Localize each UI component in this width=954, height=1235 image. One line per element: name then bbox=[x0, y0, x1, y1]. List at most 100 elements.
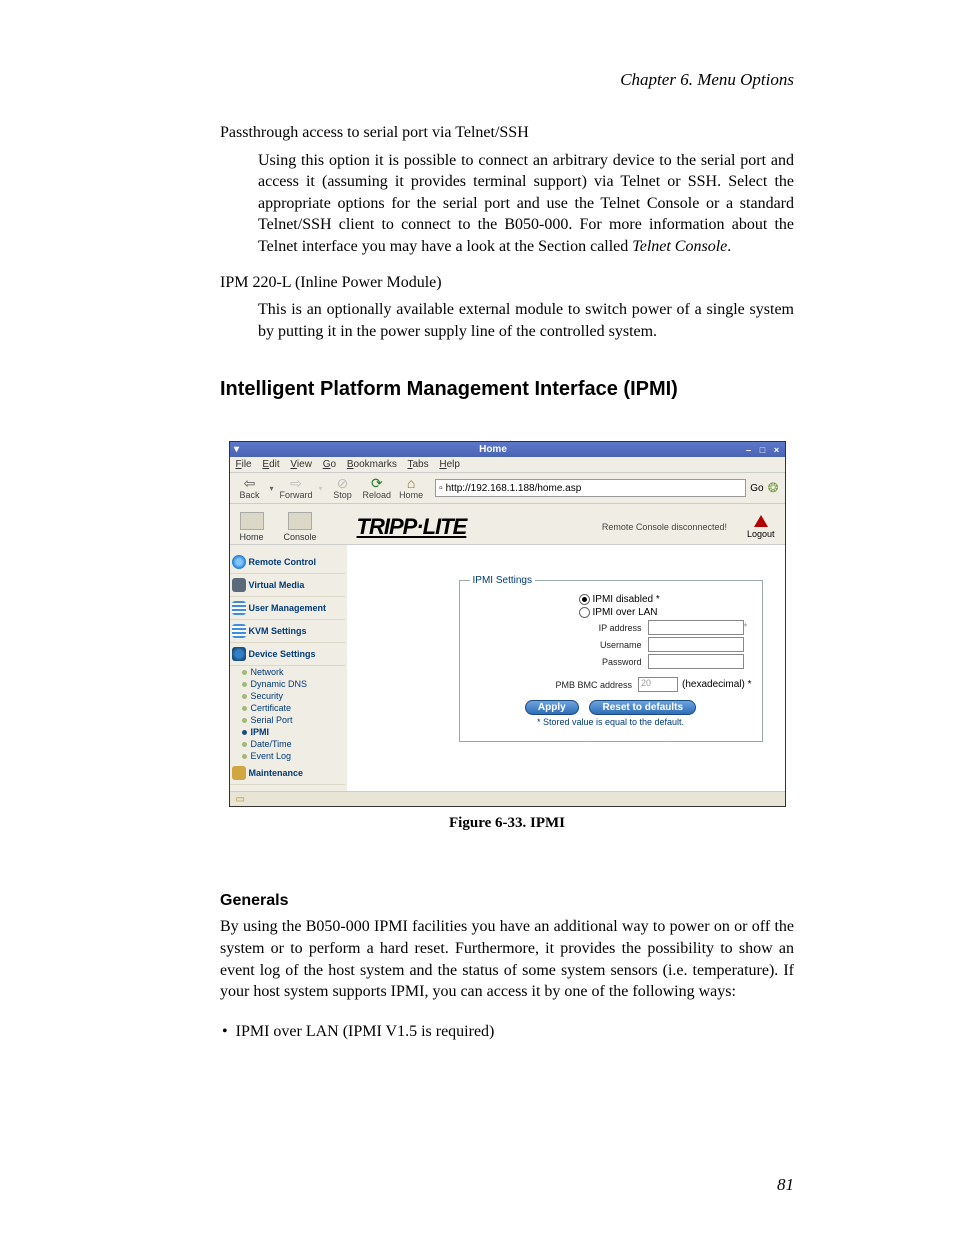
app-menu-icon[interactable]: ▾ bbox=[230, 444, 244, 455]
input-pass[interactable] bbox=[648, 654, 744, 669]
sidebar-item-security[interactable]: Security bbox=[230, 690, 345, 702]
forward-dropdown-icon[interactable]: ▾ bbox=[319, 484, 323, 493]
label-pass: Password bbox=[602, 657, 642, 667]
maximize-button[interactable]: □ bbox=[757, 444, 769, 456]
kvm-settings-icon bbox=[232, 624, 246, 638]
sidebar-item-datetime[interactable]: Date/Time bbox=[230, 738, 345, 750]
bullet-text-1: IPMI over LAN (IPMI V1.5 is required) bbox=[236, 1023, 495, 1041]
brand-logo: TRIPP·LITE bbox=[357, 514, 467, 540]
radio-ipmi-disabled[interactable] bbox=[579, 594, 590, 605]
back-dropdown-icon[interactable]: ▾ bbox=[270, 484, 274, 493]
console-status: Remote Console disconnected! bbox=[602, 522, 727, 532]
menu-tabs[interactable]: Tabs bbox=[407, 459, 428, 470]
sidebar-item-network[interactable]: Network bbox=[230, 666, 345, 678]
menu-edit[interactable]: Edit bbox=[262, 459, 279, 470]
remote-control-icon bbox=[232, 555, 246, 569]
para-ipm-body: This is an optionally available external… bbox=[258, 299, 794, 342]
back-arrow-icon: ⇦ bbox=[244, 476, 256, 490]
label-hex: (hexadecimal) * bbox=[682, 679, 751, 690]
sidebar-item-ddns[interactable]: Dynamic DNS bbox=[230, 678, 345, 690]
ipmi-footnote: * Stored value is equal to the default. bbox=[470, 717, 752, 727]
page-number: 81 bbox=[777, 1175, 794, 1195]
section-title-ipmi: Intelligent Platform Management Interfac… bbox=[220, 378, 794, 401]
sidebar-user-management[interactable]: User Management bbox=[230, 597, 345, 620]
sidebar-item-serial[interactable]: Serial Port bbox=[230, 714, 345, 726]
url-text: http://192.168.1.188/home.asp bbox=[446, 483, 582, 494]
para2-text-c: . bbox=[727, 238, 731, 255]
window-title: Home bbox=[244, 444, 743, 455]
menu-file[interactable]: File bbox=[236, 459, 252, 470]
user-management-icon bbox=[232, 601, 246, 615]
para-ipm-title: IPM 220-L (Inline Power Module) bbox=[220, 272, 794, 294]
browser-window: ▾ Home – □ × File Edit View Go Bookmarks… bbox=[229, 441, 786, 807]
statusbar-lock-icon: ▭ bbox=[236, 794, 245, 805]
minimize-button[interactable]: – bbox=[743, 444, 755, 456]
menu-bookmarks[interactable]: Bookmarks bbox=[347, 459, 397, 470]
reload-button[interactable]: ⟳ Reload bbox=[363, 476, 392, 500]
sidebar-device-settings[interactable]: Device Settings bbox=[230, 643, 345, 666]
sidebar-item-eventlog[interactable]: Event Log bbox=[230, 750, 345, 762]
sidebar: Remote Control Virtual Media User Manage… bbox=[230, 545, 347, 791]
sidebar-virtual-media[interactable]: Virtual Media bbox=[230, 574, 345, 597]
para-passthrough-body: Using this option it is possible to conn… bbox=[258, 150, 794, 258]
sidebar-remote-control[interactable]: Remote Control bbox=[230, 551, 345, 574]
browser-toolbar: ⇦ Back ▾ ⇨ Forward ▾ ⊘ Stop ⟳ Reload bbox=[230, 473, 785, 504]
sidebar-kvm-settings[interactable]: KVM Settings bbox=[230, 620, 345, 643]
forward-arrow-icon: ⇨ bbox=[290, 476, 302, 490]
input-ip[interactable] bbox=[648, 620, 744, 635]
menu-view[interactable]: View bbox=[290, 459, 312, 470]
home-button[interactable]: ⌂ Home bbox=[397, 476, 425, 500]
figure-ipmi-screenshot: ▾ Home – □ × File Edit View Go Bookmarks… bbox=[220, 441, 794, 832]
ipmi-settings-fieldset: IPMI Settings IPMI disabled * IPMI over … bbox=[459, 575, 763, 742]
app-header: Home Console TRIPP·LITE Remote Console d… bbox=[230, 504, 785, 545]
figure-caption: Figure 6-33. IPMI bbox=[220, 815, 794, 832]
stop-button[interactable]: ⊘ Stop bbox=[329, 476, 357, 500]
app-home-icon bbox=[240, 512, 264, 530]
logout-link[interactable]: Logout bbox=[747, 515, 775, 539]
sidebar-item-ipmi[interactable]: IPMI bbox=[230, 726, 345, 738]
bullet-dot-icon: • bbox=[222, 1023, 228, 1041]
go-button[interactable]: Go bbox=[750, 483, 763, 494]
label-ipmi-lan: IPMI over LAN bbox=[593, 607, 693, 618]
app-console-icon bbox=[288, 512, 312, 530]
logout-icon bbox=[754, 515, 768, 527]
input-bmc[interactable]: 20 bbox=[638, 677, 678, 692]
url-bar[interactable]: ▫ http://192.168.1.188/home.asp bbox=[435, 479, 746, 497]
menu-help[interactable]: Help bbox=[439, 459, 460, 470]
bullet-item-1: • IPMI over LAN (IPMI V1.5 is required) bbox=[220, 1023, 794, 1041]
sidebar-maintenance[interactable]: Maintenance bbox=[230, 762, 345, 785]
reload-icon: ⟳ bbox=[371, 476, 383, 490]
input-user[interactable] bbox=[648, 637, 744, 652]
app-home-link[interactable]: Home bbox=[240, 512, 264, 542]
para-passthrough-title: Passthrough access to serial port via Te… bbox=[220, 122, 794, 144]
close-button[interactable]: × bbox=[771, 444, 783, 456]
subsection-title-generals: Generals bbox=[220, 892, 794, 910]
maintenance-icon bbox=[232, 766, 246, 780]
app-console-link[interactable]: Console bbox=[284, 512, 317, 542]
apply-button[interactable]: Apply bbox=[525, 700, 579, 715]
sidebar-item-certificate[interactable]: Certificate bbox=[230, 702, 345, 714]
menu-go[interactable]: Go bbox=[323, 459, 336, 470]
window-titlebar: ▾ Home – □ × bbox=[230, 442, 785, 457]
device-settings-icon bbox=[232, 647, 246, 661]
home-icon: ⌂ bbox=[407, 476, 415, 490]
chapter-header: Chapter 6. Menu Options bbox=[220, 70, 794, 90]
para2-telnet-console: Telnet Console bbox=[632, 238, 727, 255]
para-generals: By using the B050-000 IPMI facilities yo… bbox=[220, 916, 794, 1002]
back-button[interactable]: ⇦ Back bbox=[236, 476, 264, 500]
statusbar: ▭ bbox=[230, 791, 785, 806]
throbber-icon: ❂ bbox=[768, 480, 779, 496]
menubar: File Edit View Go Bookmarks Tabs Help bbox=[230, 457, 785, 473]
page-icon: ▫ bbox=[439, 483, 443, 494]
radio-ipmi-lan[interactable] bbox=[579, 607, 590, 618]
content-area: IPMI Settings IPMI disabled * IPMI over … bbox=[347, 545, 785, 791]
virtual-media-icon bbox=[232, 578, 246, 592]
forward-button[interactable]: ⇨ Forward bbox=[280, 476, 313, 500]
label-ipmi-disabled: IPMI disabled * bbox=[593, 594, 693, 605]
label-ip: IP address bbox=[599, 623, 642, 633]
reset-button[interactable]: Reset to defaults bbox=[589, 700, 696, 715]
label-user: Username bbox=[600, 640, 642, 650]
label-bmc: PMB BMC address bbox=[555, 680, 632, 690]
stop-icon: ⊘ bbox=[337, 476, 349, 490]
ipmi-legend: IPMI Settings bbox=[470, 575, 535, 586]
